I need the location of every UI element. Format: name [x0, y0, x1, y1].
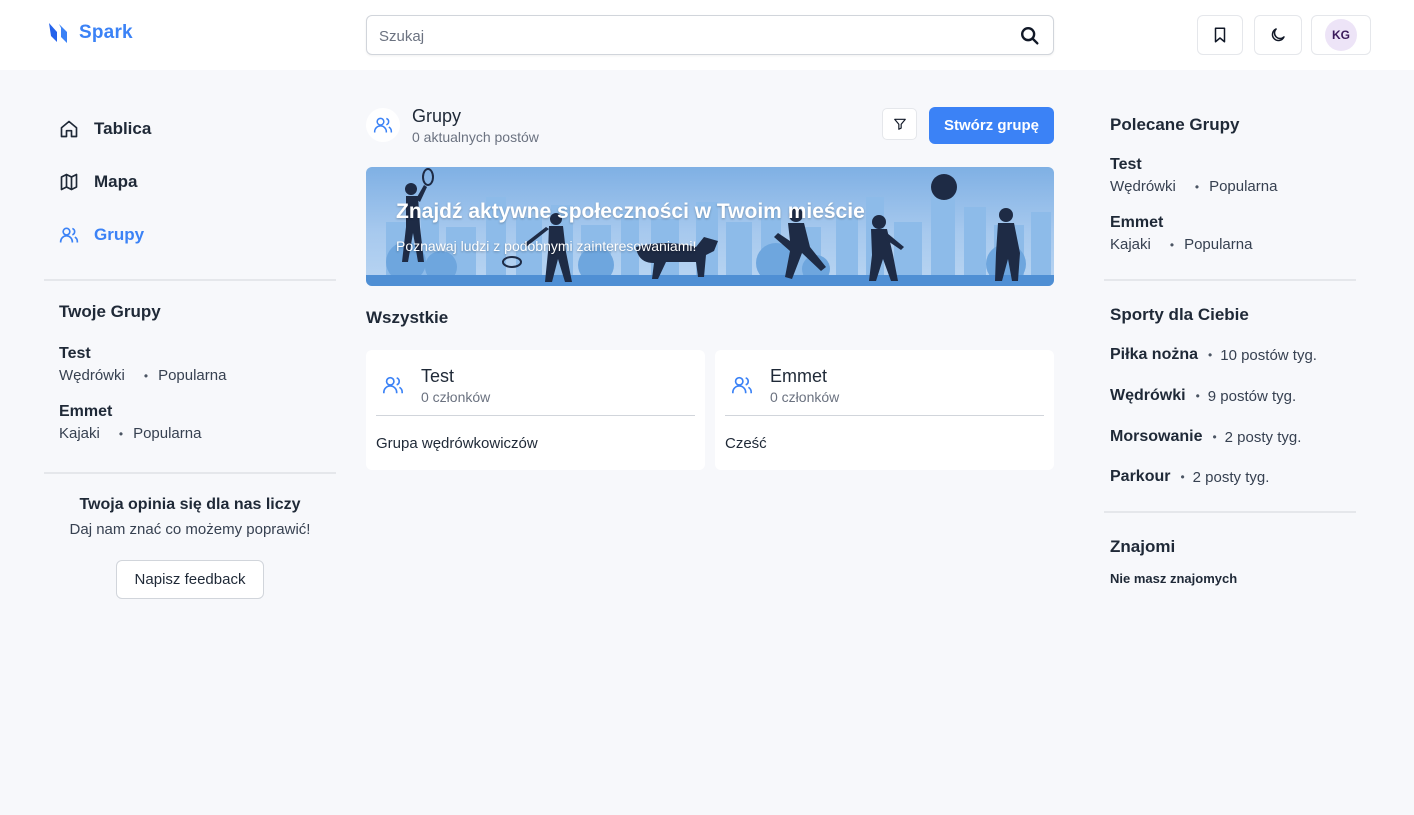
sidebar-item-mapa[interactable]: Mapa: [59, 172, 137, 192]
group-category: Wędrówki: [1110, 178, 1176, 195]
search-bar: [366, 15, 1054, 55]
logo-text: Spark: [79, 22, 133, 43]
recommended-group-name[interactable]: Test: [1110, 156, 1142, 174]
banner-title: Znajdź aktywne społeczności w Twoim mieś…: [396, 200, 865, 223]
recommended-groups-title: Polecane Grupy: [1110, 115, 1240, 134]
divider: [376, 415, 695, 416]
sport-post-count: 2 posty tyg.: [1192, 468, 1270, 486]
friends-title: Znajomi: [1110, 537, 1176, 556]
group-card-members: 0 członków: [421, 389, 491, 405]
users-icon: [383, 376, 403, 394]
feedback-title: Twoja opinia się dla nas liczy: [79, 496, 301, 513]
users-icon: [373, 117, 393, 133]
sport-name: Parkour: [1110, 468, 1171, 485]
recommended-group-meta: Kajaki • Popularna: [1110, 236, 1252, 253]
divider: [725, 415, 1044, 416]
divider: [44, 279, 336, 281]
sport-post-count: 10 postów tyg.: [1220, 346, 1317, 364]
spark-logo-icon: [49, 23, 67, 43]
divider: [1104, 279, 1356, 281]
sports-title: Sporty dla Ciebie: [1110, 305, 1249, 324]
filter-button[interactable]: [882, 108, 917, 140]
sport-post-count: 9 postów tyg.: [1207, 387, 1297, 405]
users-icon: [59, 227, 79, 243]
top-header: Spark KG: [0, 0, 1414, 70]
sidebar-item-label: Grupy: [94, 225, 145, 244]
divider: [1104, 511, 1356, 513]
users-icon: [732, 376, 752, 394]
sport-name: Wędrówki: [1110, 387, 1186, 404]
avatar: KG: [1325, 19, 1357, 51]
your-groups-title: Twoje Grupy: [59, 302, 161, 321]
separator-dot: •: [1180, 470, 1185, 484]
your-group-name[interactable]: Test: [59, 345, 91, 363]
group-tag: Popularna: [1209, 178, 1278, 195]
sidebar-item-grupy[interactable]: Grupy: [59, 225, 144, 245]
sidebar-item-label: Tablica: [94, 119, 152, 138]
feedback-button[interactable]: Napisz feedback: [116, 560, 264, 599]
separator-dot: •: [1208, 348, 1213, 362]
separator-dot: •: [143, 368, 149, 383]
search-icon[interactable]: [1019, 25, 1041, 47]
search-input[interactable]: [379, 25, 999, 47]
city-sports-illustration: [366, 168, 1054, 286]
groups-page-icon: [366, 108, 400, 142]
bookmarks-button[interactable]: [1197, 15, 1243, 55]
sport-item[interactable]: Piłka nożna • 10 postów tyg.: [1110, 346, 1317, 364]
group-tag: Popularna: [133, 425, 202, 442]
separator-dot: •: [1169, 237, 1175, 252]
sidebar-item-tablica[interactable]: Tablica: [59, 119, 151, 139]
group-card-name: Emmet: [770, 366, 828, 386]
theme-toggle-button[interactable]: [1254, 15, 1302, 55]
sport-item[interactable]: Parkour • 2 posty tyg.: [1110, 468, 1269, 486]
filter-icon: [893, 118, 906, 130]
sport-item[interactable]: Wędrówki • 9 postów tyg.: [1110, 387, 1296, 405]
moon-icon: [1271, 28, 1285, 42]
your-group-meta: Wędrówki • Popularna: [59, 367, 226, 384]
separator-dot: •: [118, 426, 124, 441]
friends-empty-text: Nie masz znajomych: [1110, 571, 1238, 586]
recommended-group-name[interactable]: Emmet: [1110, 214, 1163, 232]
map-icon: [60, 173, 78, 191]
group-tag: Popularna: [1184, 236, 1253, 253]
page-title: Grupy: [412, 106, 462, 126]
group-card-description: Cześć: [725, 435, 767, 452]
your-group-name[interactable]: Emmet: [59, 403, 112, 421]
banner-subtitle: Poznawaj ludzi z podobnymi zainteresowan…: [396, 238, 697, 254]
user-menu-button[interactable]: KG: [1311, 15, 1371, 55]
group-category: Kajaki: [1110, 236, 1151, 253]
sport-name: Piłka nożna: [1110, 346, 1199, 363]
group-card-members: 0 członków: [770, 389, 840, 405]
sport-item[interactable]: Morsowanie • 2 posty tyg.: [1110, 428, 1301, 446]
sport-post-count: 2 posty tyg.: [1224, 428, 1302, 446]
bookmark-icon: [1214, 27, 1226, 43]
group-card[interactable]: Emmet 0 członków Cześć: [715, 350, 1054, 470]
divider: [44, 472, 336, 474]
feedback-subtitle: Daj nam znać co możemy poprawić!: [69, 521, 311, 538]
sidebar-item-label: Mapa: [94, 172, 138, 191]
your-group-meta: Kajaki • Popularna: [59, 425, 201, 442]
home-icon: [60, 120, 78, 138]
groups-banner: Znajdź aktywne społeczności w Twoim mieś…: [366, 167, 1054, 286]
sport-name: Morsowanie: [1110, 428, 1203, 445]
page-subtitle: 0 aktualnych postów: [412, 129, 539, 145]
group-card-name: Test: [421, 366, 455, 386]
logo[interactable]: Spark: [46, 20, 133, 46]
separator-dot: •: [1194, 179, 1200, 194]
group-card-description: Grupa wędrówkowiczów: [376, 435, 538, 452]
group-card[interactable]: Test 0 członków Grupa wędrówkowiczów: [366, 350, 705, 470]
all-groups-title: Wszystkie: [366, 308, 449, 327]
recommended-group-meta: Wędrówki • Popularna: [1110, 178, 1277, 195]
separator-dot: •: [1212, 430, 1217, 444]
group-category: Wędrówki: [59, 367, 125, 384]
create-group-button[interactable]: Stwórz grupę: [929, 107, 1054, 144]
group-tag: Popularna: [158, 367, 227, 384]
separator-dot: •: [1195, 389, 1200, 403]
group-category: Kajaki: [59, 425, 100, 442]
